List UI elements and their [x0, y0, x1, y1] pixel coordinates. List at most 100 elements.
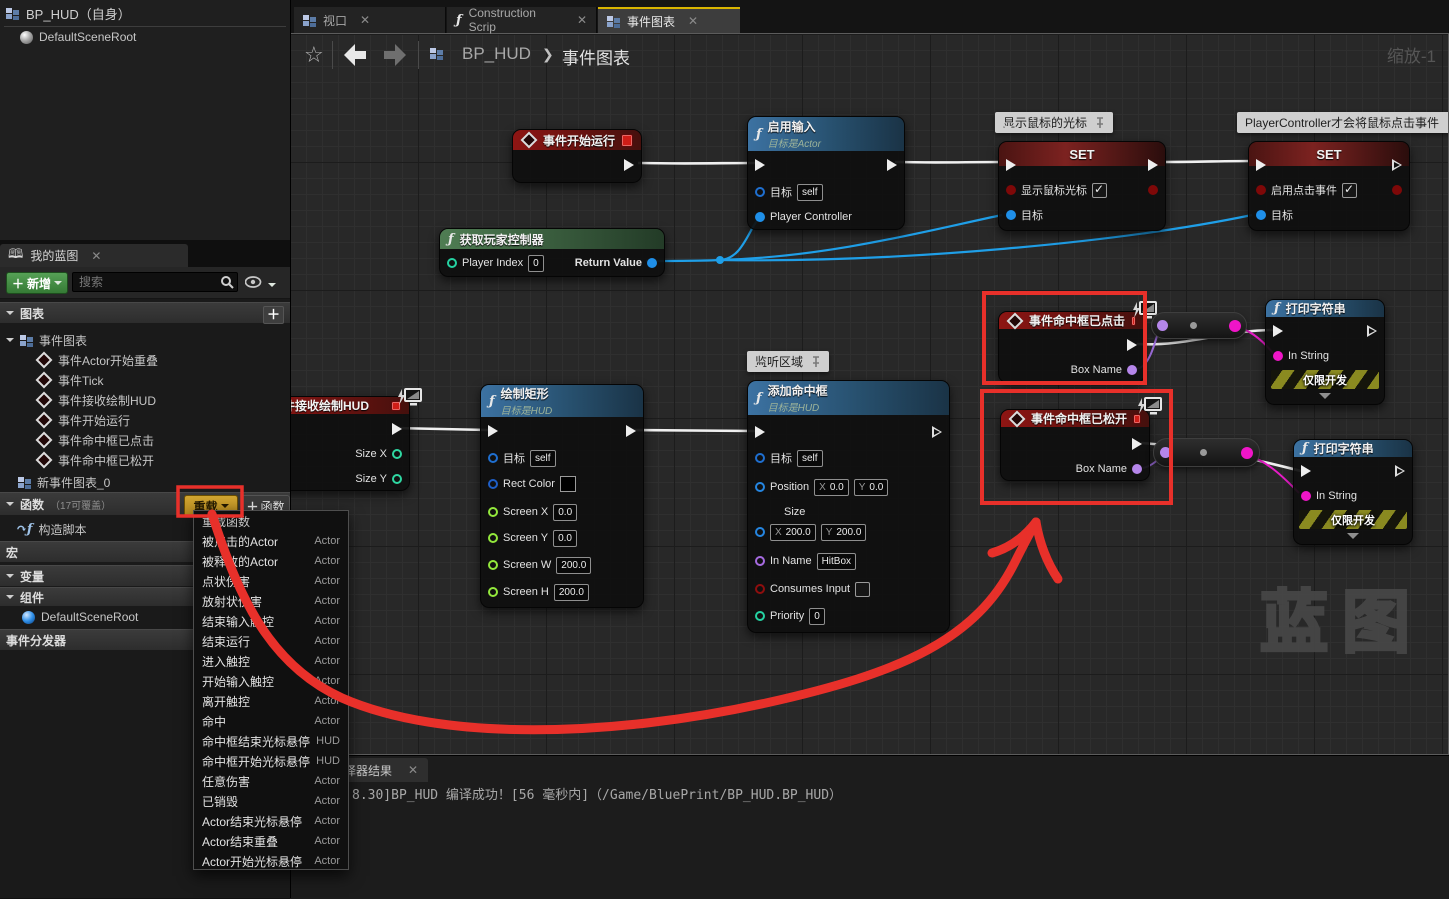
screen-h-pin[interactable]: Screen H 200.0 [488, 582, 589, 602]
tree-item-construction-script[interactable]: ↷ƒ 构造脚本 [16, 519, 87, 539]
pin-value-x[interactable]: X0.0 [814, 479, 849, 496]
exec-out-pin[interactable] [1395, 461, 1405, 481]
node-add-hitbox[interactable]: ƒ 添加命中框 目标是HUD 目标 self Position X0.0 Y0.… [747, 380, 950, 633]
bool-out-pin[interactable] [1148, 180, 1158, 200]
blueprint-self-row[interactable]: BP_HUD（自身） [6, 4, 131, 23]
exec-out-pin[interactable] [1367, 321, 1377, 341]
add-graph-button[interactable]: ＋ [263, 306, 284, 324]
tree-item-event[interactable]: 事件接收绘制HUD [36, 390, 156, 410]
exec-out-pin[interactable] [887, 155, 897, 175]
node-event-hitbox-released[interactable]: 事件命中框已松开 Box Name [1000, 409, 1150, 481]
tree-item-event[interactable]: 事件Tick [36, 370, 104, 390]
menu-item[interactable]: 放射状伤害Actor [194, 591, 348, 611]
node-set-enable-click-events[interactable]: SET 启用点击事件 目标 [1248, 141, 1410, 231]
menu-item[interactable]: Actor结束光标悬停Actor [194, 811, 348, 831]
tab-event-graph[interactable]: 事件图表 ✕ [598, 7, 740, 33]
section-graphs[interactable]: 图表 ＋ [0, 302, 290, 324]
tree-item-new-graph[interactable]: 新事件图表_0 [18, 472, 110, 492]
consumes-input-pin[interactable]: Consumes Input [755, 579, 870, 599]
name-to-string-node[interactable] [1153, 438, 1260, 467]
target-pin[interactable]: 目标 [1006, 205, 1043, 225]
expand-node-icon[interactable] [1319, 393, 1331, 405]
tree-item-event[interactable]: 事件命中框已点击 [36, 430, 154, 450]
target-pin[interactable]: 目标 self [755, 448, 823, 468]
player-index-pin[interactable]: Player Index 0 [447, 253, 544, 273]
target-pin[interactable]: 目标 [1256, 205, 1293, 225]
pin-value[interactable]: 200.0 [554, 584, 589, 601]
pin-value[interactable]: self [797, 450, 823, 467]
breadcrumb-root[interactable]: BP_HUD [462, 44, 531, 64]
node-event-hitbox-clicked[interactable]: 事件命中框已点击 Box Name [998, 311, 1145, 383]
menu-item[interactable]: Actor开始光标悬停Actor [194, 851, 348, 871]
exec-in-pin[interactable] [755, 422, 765, 442]
menu-item[interactable]: 离开触控Actor [194, 691, 348, 711]
pin-value[interactable]: HitBox [817, 553, 856, 570]
size-pin[interactable]: X200.0 Y200.0 [755, 522, 866, 542]
node-draw-rect[interactable]: ƒ 绘制矩形 目标是HUD 目标 self Rect Color Screen … [480, 384, 644, 608]
search-input[interactable] [72, 272, 238, 292]
tree-item-event[interactable]: 事件Actor开始重叠 [36, 350, 158, 370]
close-icon[interactable]: ✕ [577, 13, 587, 27]
menu-item[interactable]: 命中Actor [194, 711, 348, 731]
screen-w-pin[interactable]: Screen W 200.0 [488, 555, 591, 575]
exec-in-pin[interactable] [488, 421, 498, 441]
node-event-receive-draw-hud[interactable]: 事件接收绘制HUD Size X Size Y [290, 396, 410, 491]
pin-value[interactable]: 0.0 [553, 530, 577, 547]
menu-item[interactable]: 命中框开始光标悬停HUD [194, 751, 348, 771]
tree-item-event[interactable]: 事件命中框已松开 [36, 450, 154, 470]
exec-out-pin[interactable] [1148, 155, 1158, 175]
target-pin[interactable]: 目标 self [488, 448, 556, 468]
menu-item[interactable]: 任意伤害Actor [194, 771, 348, 791]
menu-item[interactable]: 开始输入触控Actor [194, 671, 348, 691]
pin-icon[interactable] [1095, 117, 1105, 129]
pin-value[interactable]: self [797, 184, 823, 201]
exec-out-pin[interactable] [932, 422, 942, 442]
node-get-player-controller[interactable]: ƒ 获取玩家控制器 Player Index 0 Return Value [439, 228, 665, 277]
menu-item[interactable]: 进入触控Actor [194, 651, 348, 671]
checkbox-unchecked[interactable] [855, 582, 870, 597]
rect-color-pin[interactable]: Rect Color [488, 474, 576, 494]
in-string-pin[interactable]: In String [1273, 346, 1329, 366]
menu-item[interactable]: 点状伤害Actor [194, 571, 348, 591]
in-name-pin[interactable]: In Name HitBox [755, 551, 856, 571]
size-y-pin[interactable]: Size Y [355, 469, 402, 489]
name-to-string-node[interactable] [1151, 312, 1247, 339]
close-icon[interactable]: ✕ [688, 14, 698, 28]
menu-item[interactable]: 命中框结束光标悬停HUD [194, 731, 348, 751]
box-name-pin[interactable]: Box Name [1076, 459, 1142, 479]
pin-value-x[interactable]: X200.0 [770, 524, 816, 541]
color-swatch[interactable] [560, 476, 576, 492]
menu-item[interactable]: 结束输入触控Actor [194, 611, 348, 631]
exec-out-pin[interactable] [1392, 155, 1402, 175]
component-tree-root[interactable]: DefaultSceneRoot [20, 27, 136, 47]
exec-in-pin[interactable] [1006, 155, 1016, 175]
exec-in-pin[interactable] [755, 155, 765, 175]
exec-out-pin[interactable] [1127, 335, 1137, 355]
player-controller-pin[interactable]: Player Controller [755, 207, 852, 227]
tab-construction-script[interactable]: ƒ Construction Scrip ✕ [447, 7, 597, 33]
node-enable-input[interactable]: ƒ 启用输入 目标是Actor 目标 self Player Controlle… [747, 116, 905, 230]
string-out-pin[interactable] [1241, 447, 1253, 459]
return-value-pin[interactable]: Return Value [575, 253, 657, 273]
eye-filter-icon[interactable] [245, 276, 262, 288]
menu-item[interactable]: 结束运行Actor [194, 631, 348, 651]
comment-bubble[interactable]: PlayerController才会将鼠标点击事件 [1237, 112, 1449, 133]
bool-prop-pin[interactable]: 显示鼠标光标 [1006, 180, 1107, 200]
tree-item-default-scene-root[interactable]: DefaultSceneRoot [22, 607, 138, 627]
pin-icon[interactable] [811, 356, 821, 368]
close-icon[interactable]: ✕ [91, 249, 101, 263]
priority-pin[interactable]: Priority 0 [755, 606, 825, 626]
node-event-begin-play[interactable]: 事件开始运行 [512, 129, 642, 183]
close-icon[interactable]: ✕ [408, 763, 418, 777]
target-pin[interactable]: 目标 self [755, 182, 823, 202]
checkbox-checked[interactable] [1092, 183, 1107, 198]
chevron-down-icon[interactable] [268, 283, 276, 291]
expand-node-icon[interactable] [1347, 533, 1359, 545]
bool-prop-pin[interactable]: 启用点击事件 [1256, 180, 1357, 200]
tree-item-event[interactable]: 事件开始运行 [36, 410, 130, 430]
tree-item-event-graph[interactable]: 事件图表 [6, 330, 87, 350]
pin-value[interactable]: 0.0 [553, 504, 577, 521]
string-out-pin[interactable] [1229, 320, 1241, 332]
node-print-string[interactable]: ƒ 打印字符串 In String 仅限开发 [1265, 299, 1385, 405]
in-string-pin[interactable]: In String [1301, 486, 1357, 506]
